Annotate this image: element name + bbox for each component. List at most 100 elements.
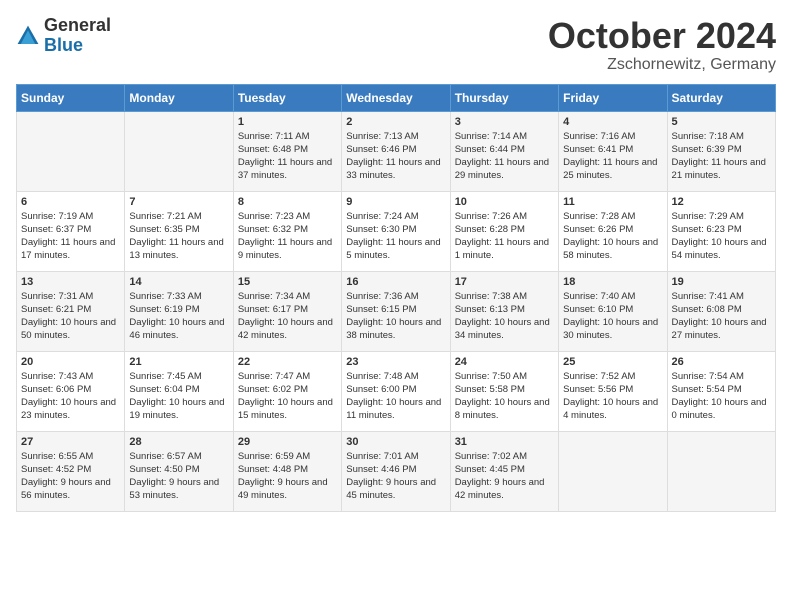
calendar-cell	[559, 431, 667, 511]
logo-icon	[16, 24, 40, 48]
day-header-thursday: Thursday	[450, 84, 558, 111]
calendar-week-row: 6 Sunrise: 7:19 AM Sunset: 6:37 PM Daylig…	[17, 191, 776, 271]
calendar-cell: 16 Sunrise: 7:36 AM Sunset: 6:15 PM Dayli…	[342, 271, 450, 351]
cell-content: Sunrise: 7:54 AM Sunset: 5:54 PM Dayligh…	[672, 370, 771, 423]
cell-content: Sunrise: 7:28 AM Sunset: 6:26 PM Dayligh…	[563, 210, 662, 263]
cell-content: Sunrise: 7:13 AM Sunset: 6:46 PM Dayligh…	[346, 130, 445, 183]
day-number: 11	[563, 196, 662, 208]
day-number: 10	[455, 196, 554, 208]
calendar-cell: 26 Sunrise: 7:54 AM Sunset: 5:54 PM Dayli…	[667, 351, 775, 431]
cell-content: Sunrise: 7:36 AM Sunset: 6:15 PM Dayligh…	[346, 290, 445, 343]
calendar-cell	[667, 431, 775, 511]
cell-content: Sunrise: 7:24 AM Sunset: 6:30 PM Dayligh…	[346, 210, 445, 263]
calendar-cell: 27 Sunrise: 6:55 AM Sunset: 4:52 PM Dayli…	[17, 431, 125, 511]
day-number: 1	[238, 116, 337, 128]
calendar-cell: 2Sunrise: 7:13 AM Sunset: 6:46 PM Daylig…	[342, 111, 450, 191]
calendar-cell: 23Sunrise: 7:48 AM Sunset: 6:00 PM Dayli…	[342, 351, 450, 431]
calendar-cell: 8Sunrise: 7:23 AM Sunset: 6:32 PM Daylig…	[233, 191, 341, 271]
day-number: 25	[563, 356, 662, 368]
day-header-friday: Friday	[559, 84, 667, 111]
calendar-week-row: 20Sunrise: 7:43 AM Sunset: 6:06 PM Dayli…	[17, 351, 776, 431]
calendar-cell: 17Sunrise: 7:38 AM Sunset: 6:13 PM Dayli…	[450, 271, 558, 351]
cell-content: Sunrise: 7:11 AM Sunset: 6:48 PM Dayligh…	[238, 130, 337, 183]
day-number: 23	[346, 356, 445, 368]
cell-content: Sunrise: 7:52 AM Sunset: 5:56 PM Dayligh…	[563, 370, 662, 423]
day-number: 12	[672, 196, 771, 208]
cell-content: Sunrise: 7:40 AM Sunset: 6:10 PM Dayligh…	[563, 290, 662, 343]
logo-general: General	[44, 15, 111, 35]
cell-content: Sunrise: 7:29 AM Sunset: 6:23 PM Dayligh…	[672, 210, 771, 263]
calendar-cell: 24 Sunrise: 7:50 AM Sunset: 5:58 PM Dayli…	[450, 351, 558, 431]
day-header-wednesday: Wednesday	[342, 84, 450, 111]
calendar-cell: 25 Sunrise: 7:52 AM Sunset: 5:56 PM Dayli…	[559, 351, 667, 431]
calendar-cell: 10 Sunrise: 7:26 AM Sunset: 6:28 PM Dayli…	[450, 191, 558, 271]
header: General Blue October 2024 Zschornewitz, …	[16, 16, 776, 74]
calendar-week-row: 1 Sunrise: 7:11 AM Sunset: 6:48 PM Daylig…	[17, 111, 776, 191]
calendar-cell: 19Sunrise: 7:41 AM Sunset: 6:08 PM Dayli…	[667, 271, 775, 351]
calendar-week-row: 13Sunrise: 7:31 AM Sunset: 6:21 PM Dayli…	[17, 271, 776, 351]
logo-blue: Blue	[44, 35, 83, 55]
cell-content: Sunrise: 7:02 AM Sunset: 4:45 PM Dayligh…	[455, 450, 554, 503]
calendar-cell: 15 Sunrise: 7:34 AM Sunset: 6:17 PM Dayli…	[233, 271, 341, 351]
calendar-cell	[125, 111, 233, 191]
calendar-cell: 21 Sunrise: 7:45 AM Sunset: 6:04 PM Dayli…	[125, 351, 233, 431]
cell-content: Sunrise: 7:34 AM Sunset: 6:17 PM Dayligh…	[238, 290, 337, 343]
location-title: Zschornewitz, Germany	[548, 56, 776, 74]
calendar-cell: 22 Sunrise: 7:47 AM Sunset: 6:02 PM Dayli…	[233, 351, 341, 431]
cell-content: Sunrise: 7:41 AM Sunset: 6:08 PM Dayligh…	[672, 290, 771, 343]
day-number: 26	[672, 356, 771, 368]
day-number: 9	[346, 196, 445, 208]
calendar-cell: 29Sunrise: 6:59 AM Sunset: 4:48 PM Dayli…	[233, 431, 341, 511]
calendar-cell: 6 Sunrise: 7:19 AM Sunset: 6:37 PM Daylig…	[17, 191, 125, 271]
day-number: 24	[455, 356, 554, 368]
day-number: 30	[346, 436, 445, 448]
cell-content: Sunrise: 7:31 AM Sunset: 6:21 PM Dayligh…	[21, 290, 120, 343]
calendar-cell: 13Sunrise: 7:31 AM Sunset: 6:21 PM Dayli…	[17, 271, 125, 351]
logo: General Blue	[16, 16, 111, 56]
cell-content: Sunrise: 7:01 AM Sunset: 4:46 PM Dayligh…	[346, 450, 445, 503]
day-number: 20	[21, 356, 120, 368]
day-number: 5	[672, 116, 771, 128]
day-header-monday: Monday	[125, 84, 233, 111]
day-number: 3	[455, 116, 554, 128]
day-number: 17	[455, 276, 554, 288]
cell-content: Sunrise: 6:55 AM Sunset: 4:52 PM Dayligh…	[21, 450, 120, 503]
cell-content: Sunrise: 7:45 AM Sunset: 6:04 PM Dayligh…	[129, 370, 228, 423]
calendar-cell: 20Sunrise: 7:43 AM Sunset: 6:06 PM Dayli…	[17, 351, 125, 431]
calendar-week-row: 27 Sunrise: 6:55 AM Sunset: 4:52 PM Dayli…	[17, 431, 776, 511]
calendar-cell: 12 Sunrise: 7:29 AM Sunset: 6:23 PM Dayli…	[667, 191, 775, 271]
calendar-cell: 5Sunrise: 7:18 AM Sunset: 6:39 PM Daylig…	[667, 111, 775, 191]
day-number: 6	[21, 196, 120, 208]
calendar-cell: 11 Sunrise: 7:28 AM Sunset: 6:26 PM Dayli…	[559, 191, 667, 271]
cell-content: Sunrise: 7:19 AM Sunset: 6:37 PM Dayligh…	[21, 210, 120, 263]
day-number: 22	[238, 356, 337, 368]
cell-content: Sunrise: 6:59 AM Sunset: 4:48 PM Dayligh…	[238, 450, 337, 503]
cell-content: Sunrise: 7:16 AM Sunset: 6:41 PM Dayligh…	[563, 130, 662, 183]
calendar-cell: 4 Sunrise: 7:16 AM Sunset: 6:41 PM Daylig…	[559, 111, 667, 191]
day-number: 27	[21, 436, 120, 448]
calendar-header-row: SundayMondayTuesdayWednesdayThursdayFrid…	[17, 84, 776, 111]
cell-content: Sunrise: 7:26 AM Sunset: 6:28 PM Dayligh…	[455, 210, 554, 263]
calendar-table: SundayMondayTuesdayWednesdayThursdayFrid…	[16, 84, 776, 512]
day-number: 28	[129, 436, 228, 448]
day-number: 4	[563, 116, 662, 128]
calendar-cell: 7Sunrise: 7:21 AM Sunset: 6:35 PM Daylig…	[125, 191, 233, 271]
cell-content: Sunrise: 7:21 AM Sunset: 6:35 PM Dayligh…	[129, 210, 228, 263]
cell-content: Sunrise: 7:33 AM Sunset: 6:19 PM Dayligh…	[129, 290, 228, 343]
title-area: October 2024 Zschornewitz, Germany	[548, 16, 776, 74]
day-number: 16	[346, 276, 445, 288]
day-number: 31	[455, 436, 554, 448]
day-number: 21	[129, 356, 228, 368]
calendar-cell: 9 Sunrise: 7:24 AM Sunset: 6:30 PM Daylig…	[342, 191, 450, 271]
calendar-cell: 14 Sunrise: 7:33 AM Sunset: 6:19 PM Dayli…	[125, 271, 233, 351]
day-number: 15	[238, 276, 337, 288]
calendar-cell: 3 Sunrise: 7:14 AM Sunset: 6:44 PM Daylig…	[450, 111, 558, 191]
cell-content: Sunrise: 7:47 AM Sunset: 6:02 PM Dayligh…	[238, 370, 337, 423]
cell-content: Sunrise: 6:57 AM Sunset: 4:50 PM Dayligh…	[129, 450, 228, 503]
day-number: 8	[238, 196, 337, 208]
cell-content: Sunrise: 7:50 AM Sunset: 5:58 PM Dayligh…	[455, 370, 554, 423]
calendar-cell: 28 Sunrise: 6:57 AM Sunset: 4:50 PM Dayli…	[125, 431, 233, 511]
day-number: 14	[129, 276, 228, 288]
cell-content: Sunrise: 7:14 AM Sunset: 6:44 PM Dayligh…	[455, 130, 554, 183]
calendar-cell	[17, 111, 125, 191]
